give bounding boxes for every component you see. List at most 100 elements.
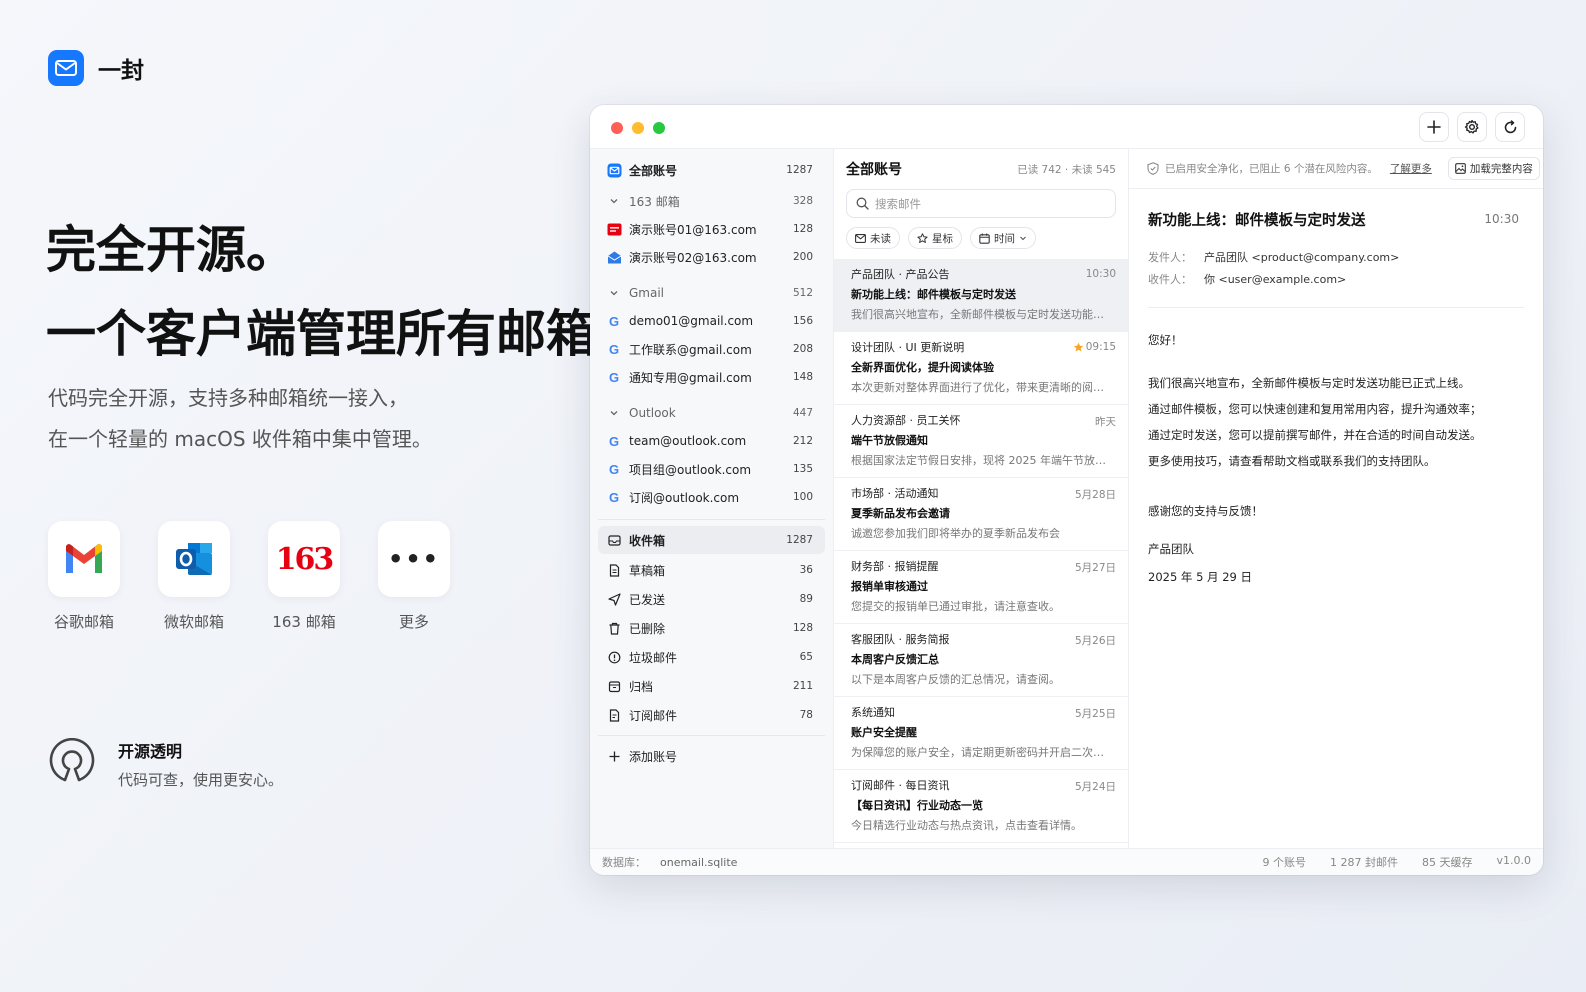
mail-item[interactable]: 系统通知 5月25日 账户安全提醒 为保障您的账户安全，请定期更新密码并开启二次… (834, 697, 1128, 770)
sidebar-folder-spam[interactable]: 垃圾邮件 65 (590, 643, 833, 671)
search-box[interactable] (846, 189, 1116, 218)
sidebar-folder-drafts[interactable]: 草稿箱 36 (590, 556, 833, 584)
mail-time: 5月25日 (1075, 706, 1116, 721)
reader-divider (1148, 307, 1524, 308)
mail-account-icon (606, 249, 622, 265)
settings-button[interactable] (1457, 112, 1487, 142)
chevron-down-icon (606, 285, 622, 301)
provider-163[interactable]: 163 163 邮箱 (268, 521, 340, 632)
sidebar-folder-count: 78 (799, 709, 813, 721)
google-icon: G (608, 461, 620, 477)
provider-more[interactable]: ••• 更多 (378, 521, 450, 632)
sidebar-folder-label: 已发送 (629, 592, 666, 607)
learn-more-link[interactable]: 了解更多 (1390, 161, 1432, 176)
sidebar-folder-label: 垃圾邮件 (629, 650, 678, 665)
mail-list-pane: 全部账号 已读 742 · 未读 545 未读 星标 时间 (834, 149, 1129, 848)
close-window-button[interactable] (611, 122, 623, 134)
mail-item[interactable]: 订阅邮件 · 每日资讯 5月24日 【每日资讯】行业动态一览 今日精选行业动态与… (834, 770, 1128, 843)
mail-time-text: 10:30 (1085, 268, 1116, 280)
sidebar-account-label: 通知专用@gmail.com (629, 370, 752, 385)
sidebar: 全部账号 1287 163 邮箱 328 演示账号01@163.com 128 … (590, 149, 834, 848)
reader-from-value: 产品团队 <product@company.com> (1204, 251, 1400, 264)
status-cache: 85 天缓存 (1422, 856, 1473, 869)
mail-time-text: 5月26日 (1074, 635, 1116, 647)
filter-bar: 未读 星标 时间 (834, 218, 1128, 254)
provider-label: 163 邮箱 (272, 613, 336, 631)
sidebar-folder-inbox[interactable]: 收件箱 1287 (598, 526, 825, 554)
filter-unread-chip[interactable]: 未读 (846, 227, 900, 249)
sidebar-folder-subscriptions[interactable]: 订阅邮件 78 (590, 701, 833, 729)
provider-gmail[interactable]: 谷歌邮箱 (48, 521, 120, 632)
mail-preview: 根据国家法定节假日安排，现将 2025 年端午节放假安排通知如下 (851, 454, 1106, 467)
mail-item[interactable]: 财务部 · 报销提醒 5月27日 报销单审核通过 您提交的报销单已通过审批，请注… (834, 551, 1128, 624)
reader-body-line: 通过邮件模板，您可以快速创建和复用常用内容，提升沟通效率； (1148, 402, 1482, 416)
mail-item[interactable]: 产品团队 · 产品公告 10:30 新功能上线：邮件模板与定时发送 我们很高兴地… (834, 259, 1128, 332)
spam-icon (606, 649, 622, 665)
sidebar-account-gmail-2[interactable]: G 工作联系@gmail.com 208 (590, 335, 833, 363)
zoom-window-button[interactable] (653, 122, 665, 134)
sidebar-account-count: 156 (792, 315, 813, 327)
filter-unread-label: 未读 (870, 232, 891, 245)
chevron-down-icon (606, 405, 622, 421)
sidebar-account-outlook-1[interactable]: G team@outlook.com 212 (590, 427, 833, 455)
minimize-window-button[interactable] (632, 122, 644, 134)
mail-time: 5月28日 (1075, 487, 1116, 502)
sidebar-folder-count: 89 (799, 593, 813, 605)
provider-label: 更多 (398, 613, 429, 631)
sidebar-folder-trash[interactable]: 已删除 128 (590, 614, 833, 642)
sidebar-group-163[interactable]: 163 邮箱 328 (590, 187, 833, 215)
sidebar-account-163-02[interactable]: 演示账号02@163.com 200 (590, 243, 833, 271)
sidebar-account-label: 订阅@outlook.com (629, 490, 740, 505)
mail-logo-icon (48, 50, 84, 86)
mail-preview: 您提交的报销单已通过审批，请注意查收。 (851, 600, 1060, 613)
subscription-icon (606, 707, 622, 723)
sidebar-group-outlook[interactable]: Outlook 447 (590, 399, 833, 427)
mail-preview: 诚邀您参加我们即将举办的夏季新品发布会 (851, 527, 1060, 540)
sidebar-folder-archive[interactable]: 归档 211 (590, 672, 833, 700)
sidebar-account-outlook-3[interactable]: G 订阅@outlook.com 100 (590, 483, 833, 511)
reader-to: 收件人： 你 <user@example.com> (1148, 271, 1346, 287)
mail-preview: 以下是本周客户反馈的汇总情况，请查阅。 (851, 673, 1060, 686)
hero-title-line2: 一个客户端管理所有邮箱。 (46, 305, 646, 363)
add-account-button[interactable]: 添加账号 (590, 742, 833, 770)
sidebar-folder-count: 65 (799, 651, 813, 663)
sidebar-account-163-01[interactable]: 演示账号01@163.com 128 (590, 215, 833, 243)
search-icon (856, 197, 869, 210)
mail-item[interactable]: 市场部 · 活动通知 5月28日 夏季新品发布会邀请 诚邀您参加我们即将举办的夏… (834, 478, 1128, 551)
open-source-desc: 代码可查，使用更安心。 (118, 771, 284, 789)
mail-subject: 本周客户反馈汇总 (851, 653, 939, 666)
compose-button[interactable] (1419, 112, 1449, 142)
mail-item[interactable]: 客服团队 · 服务简报 5月26日 本周客户反馈汇总 以下是本周客户反馈的汇总情… (834, 624, 1128, 697)
sidebar-group-gmail[interactable]: Gmail 512 (590, 279, 833, 307)
sidebar-divider (598, 519, 825, 520)
theme-toggle-button[interactable] (1495, 112, 1525, 142)
sidebar-folder-label: 草稿箱 (629, 563, 666, 578)
reader-greeting: 您好！ (1148, 333, 1183, 347)
sidebar-account-outlook-2[interactable]: G 项目组@outlook.com 135 (590, 455, 833, 483)
provider-list: 谷歌邮箱 微软邮箱 163 163 邮箱 ••• 更多 (48, 521, 450, 632)
sidebar-item-all-accounts[interactable]: 全部账号 1287 (590, 156, 833, 184)
sidebar-account-gmail-1[interactable]: G demo01@gmail.com 156 (590, 307, 833, 335)
brand: 一封 (48, 50, 144, 86)
send-icon (606, 591, 622, 607)
sidebar-group-count: 447 (792, 407, 813, 419)
load-full-content-button[interactable]: 加载完整内容 (1447, 157, 1540, 180)
mail-preview: 为保障您的账户安全，请定期更新密码并开启二次验证 (851, 746, 1106, 759)
netease-163-icon: 163 (268, 521, 340, 597)
sidebar-folder-label: 收件箱 (629, 533, 666, 548)
provider-outlook[interactable]: 微软邮箱 (158, 521, 230, 632)
sidebar-folder-sent[interactable]: 已发送 89 (590, 585, 833, 613)
mail-item[interactable]: 人力资源部 · 员工关怀 昨天 端午节放假通知 根据国家法定节假日安排，现将 2… (834, 405, 1128, 478)
filter-time-dropdown[interactable]: 时间 (970, 227, 1036, 249)
sidebar-account-gmail-3[interactable]: G 通知专用@gmail.com 148 (590, 363, 833, 391)
sidebar-divider (598, 735, 825, 736)
gear-icon (1464, 119, 1479, 134)
filter-starred-chip[interactable]: 星标 (908, 227, 962, 249)
search-input[interactable] (875, 196, 1095, 211)
mail-subject: 【每日资讯】行业动态一览 (851, 799, 983, 812)
mail-item[interactable]: 设计团队 · UI 更新说明 09:15 全新界面优化，提升阅读体验 本次更新对… (834, 332, 1128, 405)
status-mails: 1 287 封邮件 (1330, 856, 1398, 869)
envelope-icon (855, 233, 866, 243)
hero-subtitle-line1: 代码完全开源，支持多种邮箱统一接入， (48, 386, 408, 410)
sidebar-folder-label: 订阅邮件 (629, 708, 678, 723)
